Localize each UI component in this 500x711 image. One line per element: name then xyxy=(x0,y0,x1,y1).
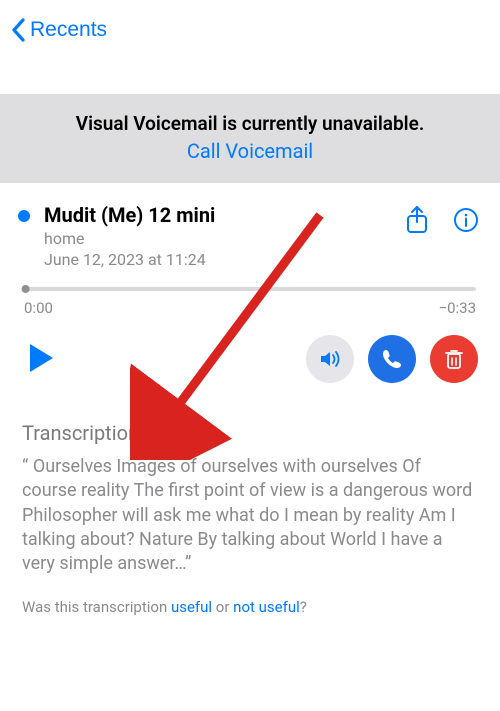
scrubber-track xyxy=(24,287,476,291)
share-icon xyxy=(404,205,430,235)
speaker-button[interactable] xyxy=(306,335,354,383)
call-voicemail-link[interactable]: Call Voicemail xyxy=(10,139,490,163)
call-back-button[interactable] xyxy=(368,335,416,383)
playback-controls xyxy=(18,335,482,383)
play-icon xyxy=(26,341,56,375)
transcription-section: Transcription “ Ourselves Images of ours… xyxy=(0,393,500,576)
trash-icon xyxy=(443,347,465,371)
caller-date: June 12, 2023 at 11:24 xyxy=(44,250,402,269)
nav-bar: Recents xyxy=(0,0,500,64)
share-button[interactable] xyxy=(402,203,432,237)
time-remaining: −0:33 xyxy=(439,299,477,317)
voicemail-card: Mudit (Me) 12 mini home June 12, 2023 at… xyxy=(0,183,500,393)
back-label: Recents xyxy=(30,18,107,42)
time-elapsed: 0:00 xyxy=(24,299,53,317)
feedback-useful-link[interactable]: useful xyxy=(171,598,212,616)
caller-name: Mudit (Me) 12 mini xyxy=(44,203,402,227)
chevron-left-icon xyxy=(10,16,28,44)
feedback-or: or xyxy=(212,598,233,616)
playback-times: 0:00 −0:33 xyxy=(24,299,476,317)
right-controls xyxy=(306,335,478,383)
caller-label: home xyxy=(44,229,402,248)
back-button[interactable]: Recents xyxy=(8,14,109,46)
play-button[interactable] xyxy=(22,337,60,382)
transcription-body: “ Ourselves Images of ourselves with our… xyxy=(22,455,478,576)
feedback-suffix: ? xyxy=(300,598,307,616)
voicemail-header: Mudit (Me) 12 mini home June 12, 2023 at… xyxy=(18,203,482,269)
phone-icon xyxy=(380,347,404,371)
playback-scrubber[interactable]: 0:00 −0:33 xyxy=(24,287,476,317)
unavailable-banner: Visual Voicemail is currently unavailabl… xyxy=(0,94,500,183)
info-icon xyxy=(452,206,480,234)
info-button[interactable] xyxy=(450,204,482,236)
voicemail-top-actions xyxy=(402,203,482,237)
unread-dot-icon xyxy=(18,210,30,222)
delete-button[interactable] xyxy=(430,335,478,383)
transcription-heading: Transcription xyxy=(22,421,478,445)
banner-title: Visual Voicemail is currently unavailabl… xyxy=(10,112,490,135)
voicemail-meta: Mudit (Me) 12 mini home June 12, 2023 at… xyxy=(44,203,402,269)
speaker-icon xyxy=(317,346,343,372)
feedback-not-useful-link[interactable]: not useful xyxy=(233,598,300,616)
feedback-prefix: Was this transcription xyxy=(22,598,171,616)
transcription-feedback: Was this transcription useful or not use… xyxy=(0,576,500,616)
scrubber-thumb-icon[interactable] xyxy=(22,285,30,293)
